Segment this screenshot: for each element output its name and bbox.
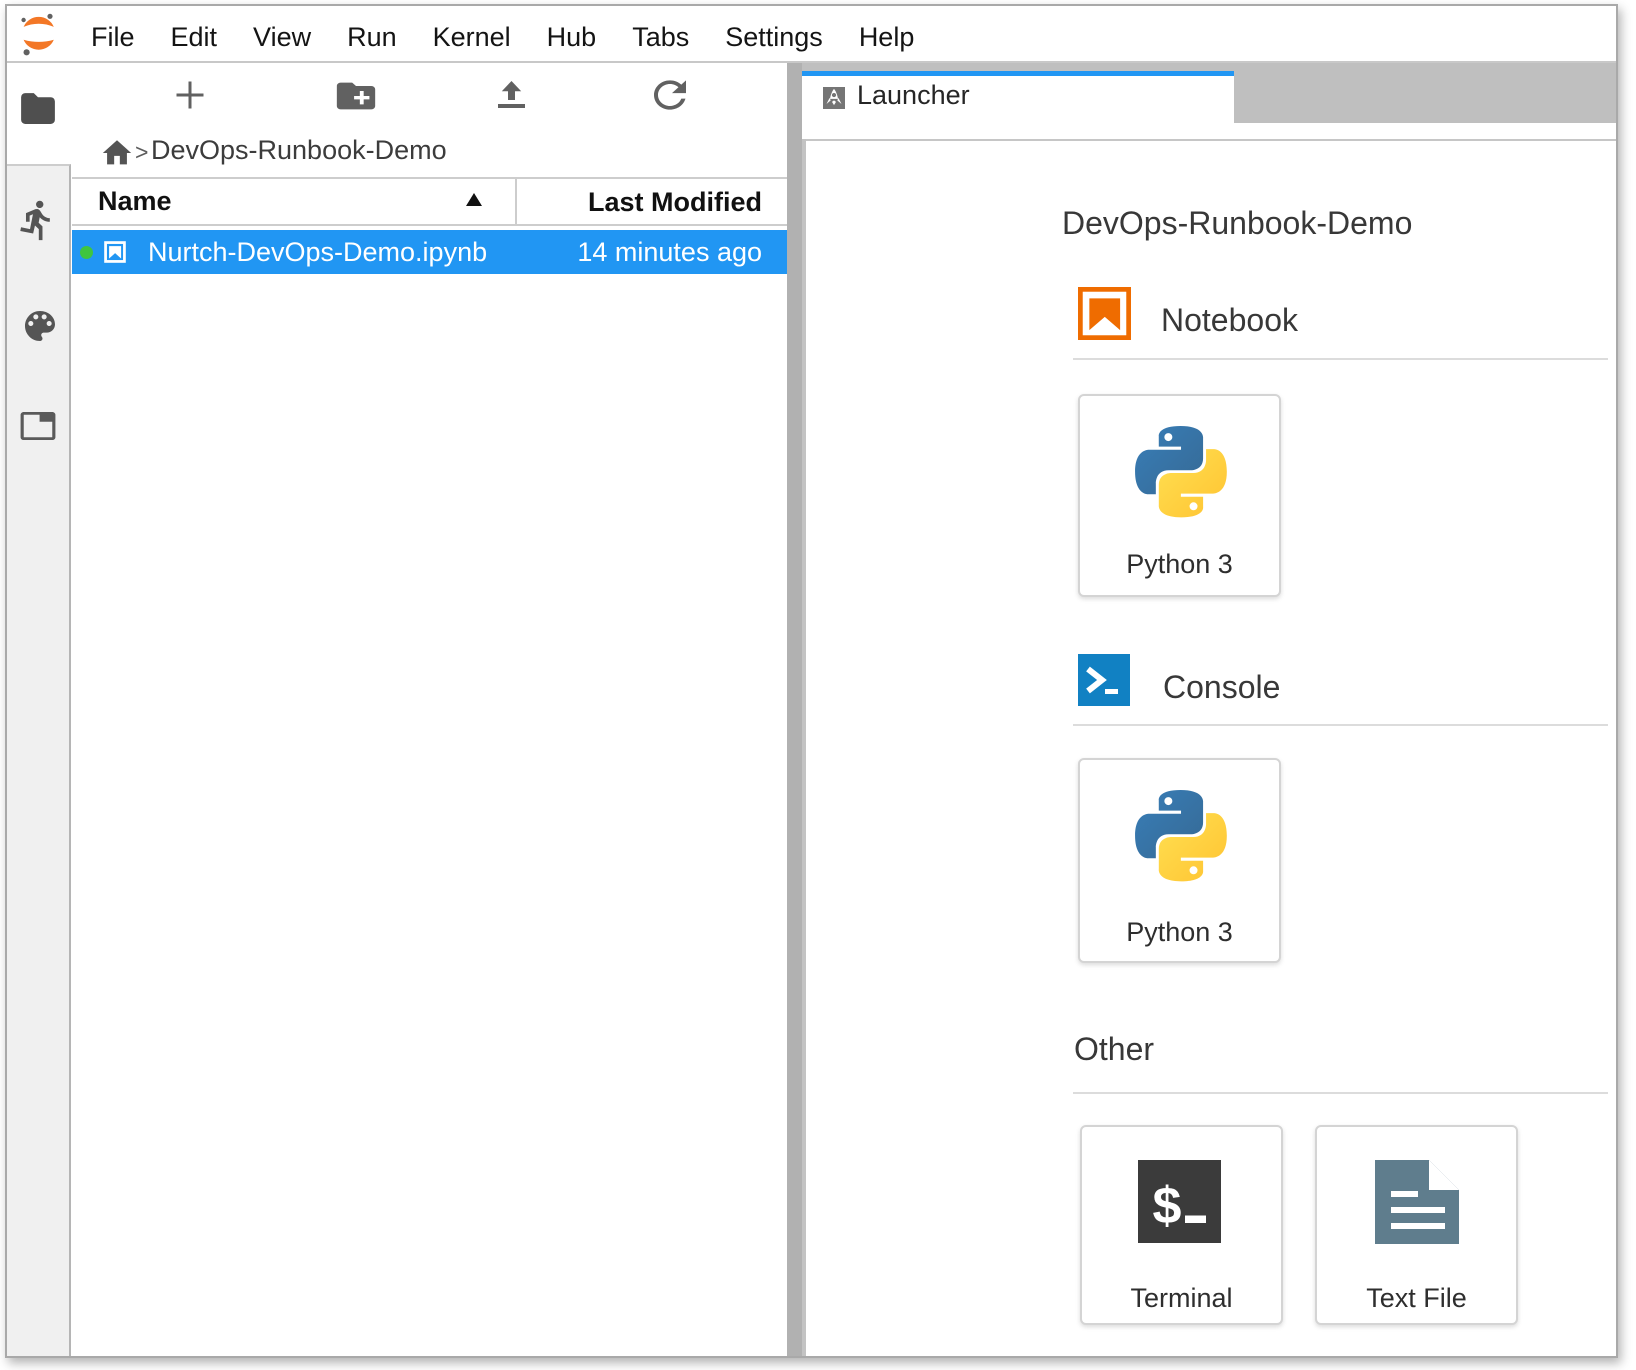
svg-text:$: $ [1153,1177,1182,1235]
